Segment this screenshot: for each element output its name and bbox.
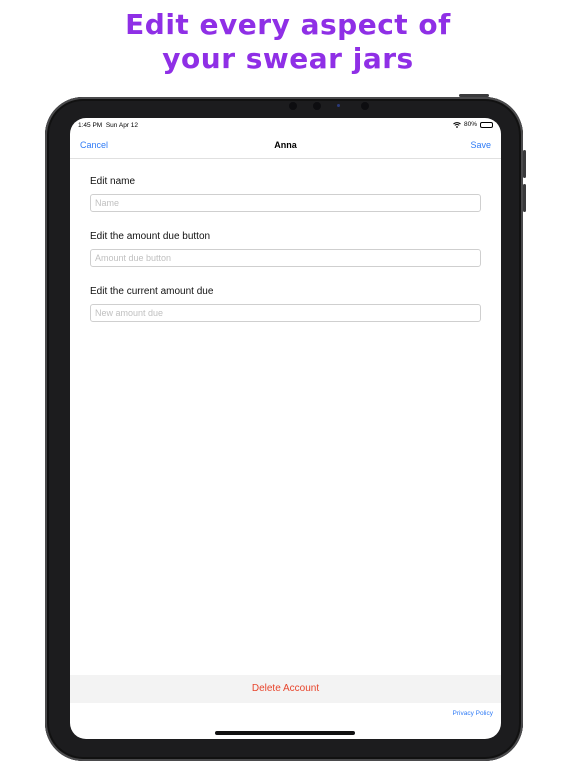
battery-percent: 80% [463, 121, 477, 128]
screen: 1:45 PM Sun Apr 12 80% Cancel Anna Save … [70, 118, 501, 739]
status-bar: 1:45 PM Sun Apr 12 80% [70, 118, 501, 134]
sensor-icon [361, 102, 369, 110]
save-button[interactable]: Save [470, 140, 491, 150]
sensor-icon [313, 102, 321, 110]
edit-amount-label: Edit the current amount due [90, 286, 214, 297]
edit-name-label: Edit name [90, 176, 136, 187]
power-button [459, 94, 489, 97]
camera-bar [289, 101, 389, 111]
headline: Edit every aspect of your swear jars [0, 8, 576, 76]
status-indicators: 80% [453, 121, 493, 128]
home-indicator[interactable] [215, 731, 355, 735]
volume-down-button [523, 184, 526, 212]
amount-due-input[interactable] [90, 304, 481, 322]
wifi-icon [453, 121, 461, 128]
sensor-icon [289, 102, 297, 110]
headline-line-1: Edit every aspect of [125, 8, 451, 41]
edit-button-label: Edit the amount due button [90, 231, 211, 242]
privacy-policy-link[interactable]: Privacy Policy [453, 710, 493, 717]
name-input[interactable] [90, 194, 481, 212]
navigation-bar: Cancel Anna Save [70, 134, 501, 159]
nav-title: Anna [274, 140, 297, 150]
status-time-date: 1:45 PM Sun Apr 12 [78, 122, 138, 129]
status-date: Sun Apr 12 [105, 122, 139, 129]
status-time: 1:45 PM [78, 122, 103, 129]
headline-line-2: your swear jars [162, 42, 414, 75]
camera-icon [337, 104, 340, 107]
battery-icon [480, 121, 493, 128]
volume-up-button [523, 150, 526, 178]
amount-due-button-input[interactable] [90, 249, 481, 267]
delete-account-button[interactable]: Delete Account [70, 675, 501, 703]
